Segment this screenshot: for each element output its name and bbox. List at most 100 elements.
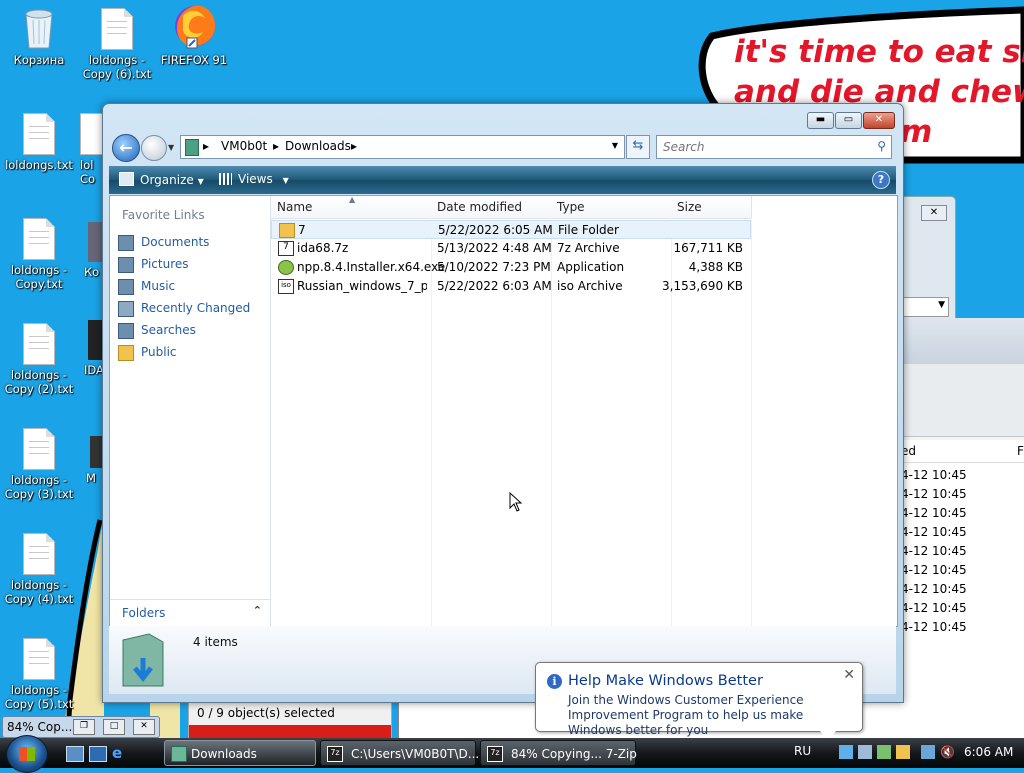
clock[interactable]: 6:06 AM: [964, 745, 1013, 759]
file-row[interactable]: 7 ida68.7z 5/13/2022 4:48 AM 7z Archive …: [271, 239, 751, 258]
breadcrumb-vm0b0t[interactable]: VM0b0t: [221, 139, 267, 153]
internet-explorer-icon[interactable]: e: [112, 746, 128, 761]
chevron-up-icon: ⌃: [252, 604, 262, 617]
close-button[interactable]: ✕: [133, 719, 155, 735]
desktop-icon-firefox[interactable]: FIREFOX 91: [156, 2, 232, 67]
sevenzip-column-next[interactable]: F: [1017, 444, 1024, 458]
recently-changed-icon: [118, 301, 134, 317]
7zip-icon: 7z: [327, 746, 343, 762]
close-button[interactable]: ✕: [863, 112, 895, 129]
maximize-button[interactable]: □: [103, 719, 125, 735]
taskbar-button-7zip-path[interactable]: 7z C:\Users\VM0B0T\D...: [320, 740, 480, 766]
address-bar[interactable]: ▸ VM0b0t ▸ Downloads ▸ ▼: [180, 135, 625, 159]
forward-button[interactable]: [141, 135, 167, 161]
desktop-icon-partial-m[interactable]: M: [86, 436, 102, 485]
desktop-icon-loldongs-copy-5[interactable]: loldongs - Copy (5).txt: [1, 638, 77, 711]
desktop-icon-partial-ko[interactable]: Ко: [84, 222, 102, 279]
chevron-right-icon[interactable]: ▸: [273, 139, 279, 153]
notification-balloon[interactable]: i Help Make Windows Better Join the Wind…: [535, 662, 863, 741]
balloon-body: Join the Windows Customer Experience Imp…: [568, 693, 804, 737]
navigation-pane: Favorite Links Documents Pictures Music …: [110, 196, 271, 626]
music-icon: [118, 279, 134, 295]
desktop-icon-recycle-bin[interactable]: Корзина: [1, 6, 77, 67]
text-file-icon: [23, 113, 55, 155]
file-row[interactable]: npp.8.4.Installer.x64.exe 5/10/2022 7:23…: [271, 258, 751, 277]
desktop-icon-label: loldongs - Copy (5).txt: [4, 683, 74, 711]
minimize-button[interactable]: ▬: [807, 112, 834, 129]
column-header-name[interactable]: Name ▲: [271, 195, 432, 219]
switch-windows-icon[interactable]: [89, 746, 107, 762]
restore-button[interactable]: ❐: [73, 719, 95, 735]
nav-item-label: Recently Changed: [141, 301, 251, 315]
organize-menu[interactable]: Organize ▼: [119, 172, 204, 187]
column-label: Date modified: [437, 200, 523, 214]
program-icon: [88, 222, 102, 262]
folders-toggle[interactable]: Folders ⌃: [110, 599, 270, 626]
file-row[interactable]: 7 5/22/2022 6:05 AM File Folder: [271, 220, 751, 239]
file-size: 3,153,690 KB: [662, 279, 743, 293]
chevron-down-icon: ▼: [282, 176, 289, 185]
breadcrumb-downloads[interactable]: Downloads: [285, 139, 351, 153]
text-file-icon: [80, 113, 102, 155]
tray-app-icon[interactable]: [858, 745, 872, 759]
desktop-icon-loldongs-copy-3[interactable]: loldongs - Copy (3).txt: [1, 428, 77, 501]
desktop-icon-loldongs[interactable]: loldongs.txt: [1, 113, 77, 172]
help-button[interactable]: ?: [872, 171, 890, 189]
refresh-button[interactable]: ⇆: [626, 135, 650, 159]
desktop-icon-label: IDA: [84, 363, 102, 377]
start-button[interactable]: [6, 735, 48, 773]
column-header-date[interactable]: Date modified: [431, 196, 552, 219]
sevenzip-row-date: 4-12 10:45: [901, 487, 967, 501]
explorer-window[interactable]: ▬ ▭ ✕ ← ▼ ▸ VM0b0t ▸ Downloads ▸ ▼ ⇆ ⚲ O…: [102, 103, 904, 703]
refresh-icon: ⇆: [632, 138, 644, 153]
recent-pages-dropdown[interactable]: ▼: [168, 143, 174, 152]
search-icon[interactable]: ⚲: [877, 139, 886, 153]
folder-icon: [279, 223, 295, 238]
search-input[interactable]: [661, 139, 865, 155]
desktop-icon-loldongs-copy-4[interactable]: loldongs - Copy (4).txt: [1, 533, 77, 606]
desktop-icon-partial-ida[interactable]: IDA: [84, 320, 102, 377]
column-header-type[interactable]: Type: [551, 196, 672, 219]
tray-app-icon[interactable]: [877, 745, 891, 759]
desktop-icon-label: loldongs.txt: [5, 158, 73, 172]
close-icon[interactable]: ✕: [921, 205, 947, 221]
file-list[interactable]: Name ▲ Date modified Type Size 7 5/22/20…: [271, 195, 897, 626]
search-box[interactable]: ⚲: [656, 135, 892, 159]
back-button[interactable]: ←: [112, 134, 140, 162]
maximize-button[interactable]: ▭: [835, 112, 862, 129]
desktop-icon-partial-lol[interactable]: lol Co: [80, 113, 102, 186]
file-date: 5/22/2022 6:03 AM: [437, 279, 552, 293]
downloads-folder-icon: [122, 633, 164, 687]
taskbar-button-label: Downloads: [191, 747, 257, 761]
file-row[interactable]: iso Russian_windows_7_pr... 5/22/2022 6:…: [271, 277, 751, 296]
tray-app-icon[interactable]: [896, 745, 910, 759]
taskbar-button-7zip-copying[interactable]: 7z 84% Copying... 7-Zip: [480, 740, 637, 766]
network-icon[interactable]: [839, 745, 853, 759]
folders-label: Folders: [122, 606, 166, 620]
show-desktop-icon[interactable]: [66, 746, 84, 762]
organize-label: Organize: [140, 173, 194, 187]
desktop-icon-loldongs-copy-2[interactable]: loldongs - Copy (2).txt: [1, 323, 77, 396]
taskbar: e Downloads 7z C:\Users\VM0B0T\D... 7z 8…: [0, 735, 1024, 773]
mouse-cursor-icon: [509, 492, 523, 512]
taskbar-button-downloads[interactable]: Downloads: [164, 740, 316, 766]
views-menu[interactable]: Views ▼: [219, 172, 289, 186]
address-dropdown-icon[interactable]: ▼: [612, 141, 618, 150]
desktop-icon-loldongs-copy[interactable]: loldongs - Copy.txt: [1, 218, 77, 291]
close-icon[interactable]: ✕: [843, 667, 855, 683]
sevenzip-row-date: 4-12 10:45: [901, 601, 967, 615]
background-combo[interactable]: [901, 297, 949, 317]
column-header-size[interactable]: Size: [671, 196, 752, 219]
chevron-right-icon[interactable]: ▸: [203, 139, 209, 153]
chevron-right-icon[interactable]: ▸: [351, 139, 357, 153]
text-file-icon: [23, 533, 55, 575]
volume-muted-icon[interactable]: 🔇: [940, 745, 955, 759]
organize-icon: [119, 172, 134, 186]
language-indicator[interactable]: RU: [794, 744, 811, 758]
copy-progress-window[interactable]: 0 / 9 object(s) selected: [188, 700, 392, 742]
minimize-icon: ▬: [815, 114, 826, 125]
network-connection-icon[interactable]: [921, 745, 935, 759]
taskbar-button-label: C:\Users\VM0B0T\D...: [351, 747, 480, 761]
desktop-icon-label: loldongs - Copy.txt: [10, 263, 68, 291]
desktop-icon-loldongs-copy-6[interactable]: loldongs - Copy (6).txt: [79, 8, 155, 81]
